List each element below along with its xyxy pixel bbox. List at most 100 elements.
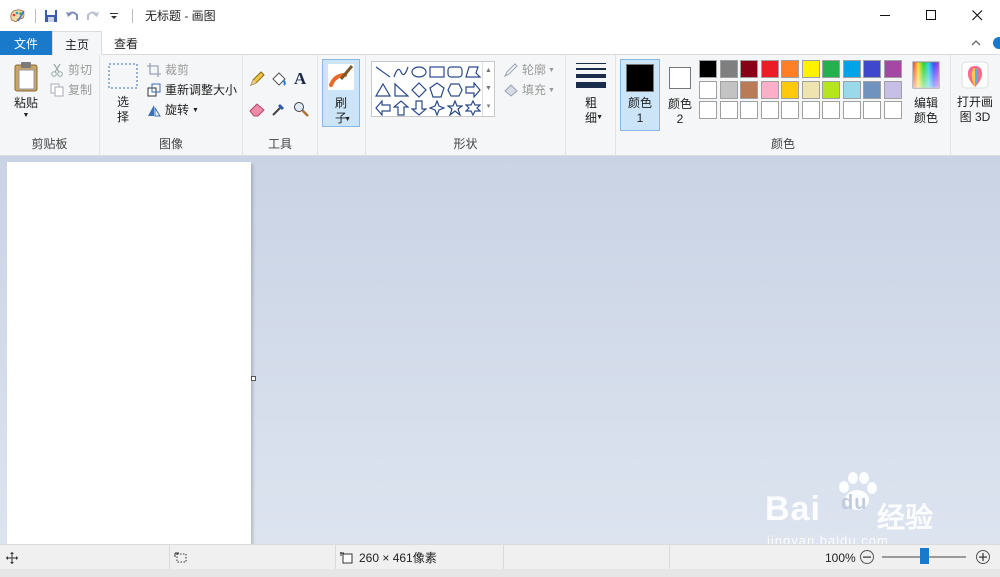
resize-button[interactable]: 重新调整大小 [147, 81, 237, 99]
palette-swatch[interactable] [801, 101, 820, 119]
save-icon[interactable] [42, 7, 60, 25]
palette-swatch[interactable] [760, 101, 779, 119]
line-size-icon [576, 63, 606, 88]
shape-triangle[interactable] [374, 81, 392, 99]
shape-right-arrow[interactable] [464, 81, 482, 99]
shape-polygon[interactable] [464, 63, 482, 81]
palette-swatch[interactable] [801, 60, 820, 78]
cut-button[interactable]: 剪切 [50, 61, 92, 79]
shape-five-point-star[interactable] [446, 99, 464, 117]
palette-swatch[interactable] [842, 80, 861, 99]
help-icon[interactable] [986, 37, 1000, 49]
select-label: 选择 [116, 95, 129, 124]
close-button[interactable] [954, 0, 1000, 31]
tab-view[interactable]: 查看 [102, 31, 150, 55]
zoom-slider-thumb[interactable] [920, 548, 929, 564]
edit-colors-button[interactable]: 编辑颜色 [908, 61, 944, 129]
redo-icon[interactable] [84, 7, 102, 25]
copy-button[interactable]: 复制 [50, 81, 92, 99]
shape-oval[interactable] [410, 63, 428, 81]
palette-swatch[interactable] [863, 101, 881, 119]
palette-swatch[interactable] [863, 60, 881, 78]
palette-swatch[interactable] [760, 60, 779, 78]
separator [35, 8, 36, 23]
zoom-in-button[interactable] [976, 550, 990, 564]
canvas-resize-handle[interactable] [251, 376, 256, 381]
palette-swatch[interactable] [740, 60, 758, 78]
undo-icon[interactable] [63, 7, 81, 25]
maximize-button[interactable] [908, 0, 954, 31]
color-picker-icon[interactable] [271, 101, 287, 120]
fill-icon [504, 84, 518, 97]
shape-curve[interactable] [392, 63, 410, 81]
fill-bucket-icon[interactable] [271, 71, 287, 90]
crop-button[interactable]: 裁剪 [147, 61, 189, 79]
ribbon: 粘贴 ▼ 剪切 复制 剪贴板 选择 裁剪 重新调整大小 旋转 ▼ 图像 A 工具… [0, 55, 1000, 156]
shape-hexagon[interactable] [446, 81, 464, 99]
color1-button[interactable]: 颜色 1 [620, 59, 660, 131]
shapes-group: ▲ ▼ ▾ 轮廓 ▼ 填充 ▼ 形状 [366, 55, 566, 156]
outline-button[interactable]: 轮廓 ▼ [504, 61, 555, 79]
palette-swatch[interactable] [740, 101, 758, 119]
shape-right-triangle[interactable] [392, 81, 410, 99]
shape-pentagon[interactable] [428, 81, 446, 99]
text-tool-icon[interactable]: A [294, 69, 306, 89]
palette-swatch[interactable] [760, 80, 779, 99]
palette-swatch[interactable] [822, 60, 840, 78]
shape-up-arrow[interactable] [392, 99, 410, 117]
text-tool-glyph: A [294, 69, 307, 88]
palette-swatch[interactable] [719, 80, 738, 99]
eraser-icon[interactable] [249, 101, 265, 120]
shape-diamond[interactable] [410, 81, 428, 99]
rotate-button[interactable]: 旋转 ▼ [147, 101, 199, 119]
palette-swatch[interactable] [719, 101, 738, 119]
palette-swatch[interactable] [883, 101, 902, 119]
title-bar: 无标题 - 画图 [0, 0, 1000, 31]
palette-swatch[interactable] [719, 60, 738, 78]
palette-swatch[interactable] [842, 101, 861, 119]
brushes-button[interactable]: 刷子 ▼ [322, 59, 360, 127]
palette-swatch[interactable] [883, 80, 902, 99]
open-paint3d-button[interactable]: 打开画图 3D [954, 61, 996, 131]
shape-rectangle[interactable] [428, 63, 446, 81]
paste-button[interactable]: 粘贴 ▼ [6, 59, 46, 129]
magnifier-icon[interactable] [293, 101, 309, 120]
palette-swatch[interactable] [822, 80, 840, 99]
palette-swatch[interactable] [740, 80, 758, 99]
zoom-out-button[interactable] [860, 550, 874, 564]
palette-swatch[interactable] [801, 80, 820, 99]
shape-line[interactable] [374, 63, 392, 81]
palette-swatch[interactable] [822, 101, 840, 119]
palette-swatch[interactable] [781, 60, 799, 78]
minimize-button[interactable] [862, 0, 908, 31]
watermark-brand: Bai [765, 490, 821, 528]
select-button[interactable]: 选择 [107, 63, 139, 129]
palette-swatch[interactable] [781, 101, 799, 119]
rotate-icon [148, 105, 161, 117]
customize-toolbar-icon[interactable] [105, 7, 123, 25]
shape-four-point-star[interactable] [428, 99, 446, 117]
size-label: 粗细 [584, 96, 597, 125]
fill-button[interactable]: 填充 ▼ [504, 81, 555, 99]
selection-icon [174, 552, 187, 562]
shape-six-point-star[interactable] [464, 99, 482, 117]
palette-swatch[interactable] [699, 60, 717, 78]
palette-swatch[interactable] [781, 80, 799, 99]
palette-swatch[interactable] [883, 60, 902, 78]
shape-rounded-rectangle[interactable] [446, 63, 464, 81]
palette-swatch[interactable] [842, 60, 861, 78]
palette-swatch[interactable] [863, 80, 881, 99]
palette-swatch[interactable] [699, 80, 717, 99]
shape-down-arrow[interactable] [410, 99, 428, 117]
shape-left-arrow[interactable] [374, 99, 392, 117]
color2-button[interactable]: 颜色 2 [664, 59, 696, 131]
collapse-ribbon-icon[interactable] [966, 39, 986, 47]
tab-file[interactable]: 文件 [0, 31, 52, 55]
pencil-icon[interactable] [249, 71, 265, 90]
paint-app-icon[interactable] [8, 7, 26, 25]
palette-swatch[interactable] [699, 101, 717, 119]
shapes-scrollbar[interactable]: ▲ ▼ ▾ [482, 62, 494, 116]
drawing-canvas[interactable] [7, 162, 251, 544]
tab-home[interactable]: 主页 [52, 31, 103, 56]
size-button[interactable]: 粗细 ▼ [573, 61, 609, 127]
